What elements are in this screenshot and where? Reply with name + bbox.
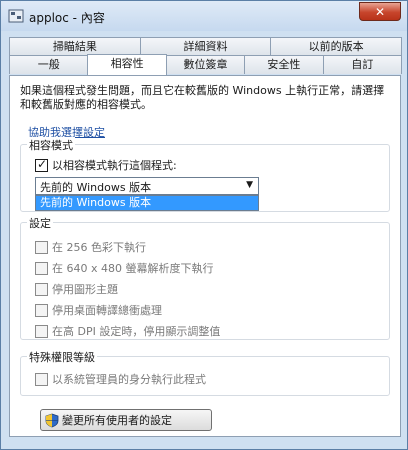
run-as-admin-checkbox[interactable]: 以系統管理員的身分執行此程式 — [35, 371, 206, 387]
setting-label: 在 640 x 480 螢幕解析度下執行 — [52, 262, 214, 275]
uac-shield-icon — [45, 413, 59, 427]
dropdown-option[interactable]: 先前的 Windows 版本 — [36, 196, 258, 210]
setting-label: 在 256 色彩下執行 — [52, 241, 146, 254]
intro-text: 如果這個程式發生問題，而且它在較舊版的 Windows 上執行正常，請選擇和較舊… — [20, 84, 385, 111]
close-icon: ✕ — [374, 4, 386, 19]
title-bar[interactable]: apploc - 內容 ✕ — [1, 1, 407, 31]
checkbox-unchecked[interactable] — [35, 261, 48, 275]
setting-label: 停用圖形主題 — [52, 283, 118, 296]
setting-disable-composition[interactable]: 停用桌面轉譯總衝處理 — [35, 302, 162, 318]
checkbox-checked[interactable] — [35, 157, 48, 172]
tab-row-back: 掃瞄結果 詳細資料 以前的版本 — [9, 37, 403, 56]
window-title: apploc - 內容 — [29, 11, 105, 25]
compat-mode-checkbox[interactable]: 以相容模式執行這個程式: — [35, 157, 177, 173]
tab-digital-signatures[interactable]: 數位簽章 — [165, 55, 246, 74]
compat-mode-label: 相容模式 — [27, 137, 75, 153]
setting-disable-dpi-scaling[interactable]: 在高 DPI 設定時，停用顯示調整值 — [35, 323, 220, 339]
checkbox-unchecked[interactable] — [35, 303, 48, 317]
compat-mode-checkbox-label: 以相容模式執行這個程式: — [52, 159, 177, 172]
tab-custom[interactable]: 自訂 — [322, 55, 403, 74]
compat-mode-group: 相容模式 以相容模式執行這個程式: 先前的 Windows 版本 ▼ 先前的 W… — [20, 137, 390, 212]
setting-label: 停用桌面轉譯總衝處理 — [52, 304, 162, 317]
setting-640x480[interactable]: 在 640 x 480 螢幕解析度下執行 — [35, 260, 214, 276]
checkbox-unchecked[interactable] — [35, 372, 48, 386]
privilege-label: 特殊權限等級 — [27, 349, 97, 365]
windows-version-select[interactable]: 先前的 Windows 版本 ▼ — [35, 177, 259, 195]
run-as-admin-label: 以系統管理員的身分執行此程式 — [52, 373, 206, 386]
settings-label: 設定 — [27, 215, 53, 231]
tab-compatibility[interactable]: 相容性 — [87, 54, 167, 75]
change-settings-label: 變更所有使用者的設定 — [62, 414, 172, 427]
checkbox-unchecked[interactable] — [35, 282, 48, 296]
checkbox-unchecked[interactable] — [35, 324, 48, 338]
compatibility-panel: 如果這個程式發生問題，而且它在較舊版的 Windows 上執行正常，請選擇和較舊… — [9, 75, 401, 437]
select-value: 先前的 Windows 版本 — [40, 181, 152, 194]
chevron-down-icon: ▼ — [246, 180, 253, 190]
tab-general[interactable]: 一般 — [9, 55, 89, 74]
properties-window: apploc - 內容 ✕ 掃瞄結果 詳細資料 以前的版本 一般 相容性 數位簽… — [0, 0, 408, 450]
tab-strip: 掃瞄結果 詳細資料 以前的版本 一般 相容性 數位簽章 安全性 自訂 — [9, 37, 403, 75]
app-icon — [8, 9, 24, 23]
setting-label: 在高 DPI 設定時，停用顯示調整值 — [52, 325, 221, 338]
privilege-group: 特殊權限等級 以系統管理員的身分執行此程式 — [20, 349, 390, 396]
version-dropdown-list: 先前的 Windows 版本 — [35, 195, 259, 211]
tab-security[interactable]: 安全性 — [244, 55, 324, 74]
tab-previous-versions[interactable]: 以前的版本 — [270, 37, 403, 56]
setting-disable-themes[interactable]: 停用圖形主題 — [35, 281, 118, 297]
change-settings-all-users-button[interactable]: 變更所有使用者的設定 — [40, 409, 212, 431]
setting-256-colors[interactable]: 在 256 色彩下執行 — [35, 239, 146, 255]
close-button[interactable]: ✕ — [359, 2, 401, 21]
settings-group: 設定 在 256 色彩下執行 在 640 x 480 螢幕解析度下執行 停用圖形… — [20, 215, 390, 340]
checkbox-unchecked[interactable] — [35, 240, 48, 254]
tab-row-front: 一般 相容性 數位簽章 安全性 自訂 — [9, 54, 403, 75]
